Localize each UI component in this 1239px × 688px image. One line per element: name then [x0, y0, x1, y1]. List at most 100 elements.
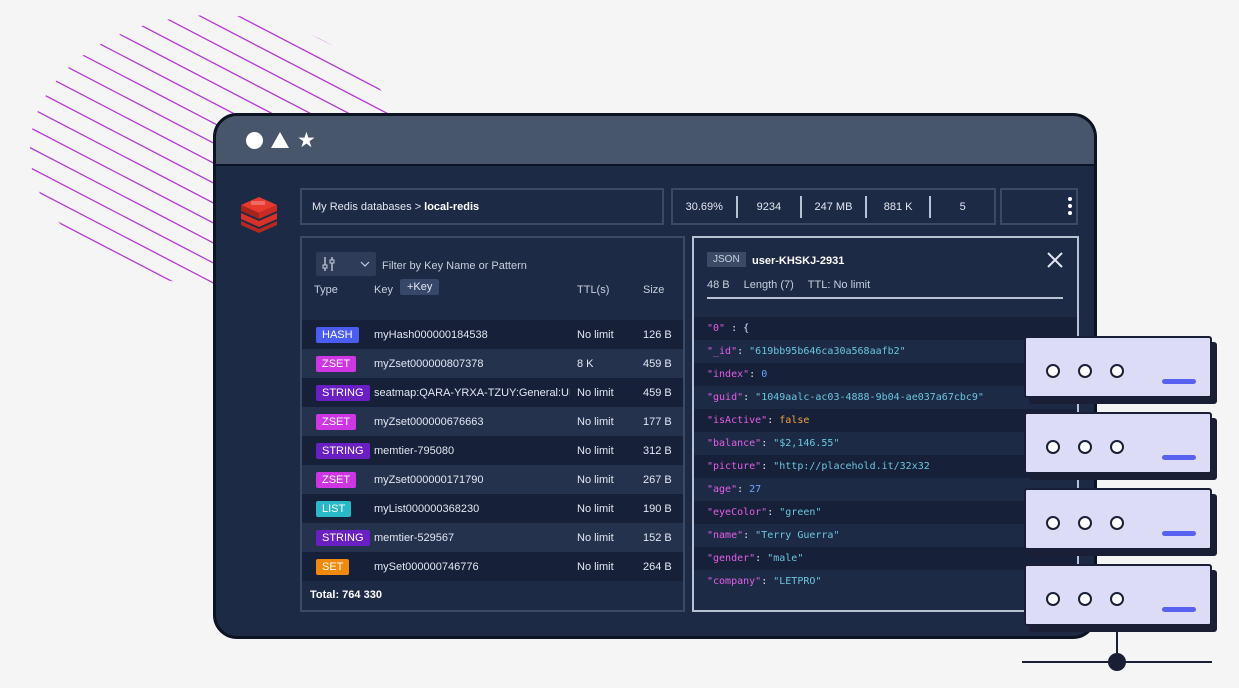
add-key-button[interactable]: +Key — [400, 279, 440, 295]
json-separator: : — [743, 392, 756, 403]
table-row[interactable]: STRING memtier-529567 No limit 152 B — [302, 523, 683, 552]
format-badge: JSON — [707, 252, 746, 267]
key-type-badge: ZSET — [316, 471, 357, 488]
key-size: 152 B — [643, 531, 672, 544]
key-type-badge: STRING — [316, 384, 370, 401]
breadcrumb-parent[interactable]: My Redis databases > — [312, 201, 421, 213]
stat-memory: 247 MB — [802, 195, 867, 218]
json-separator: : — [749, 369, 762, 380]
circle-icon[interactable] — [246, 131, 263, 149]
key-detail-panel: JSON user-KHSKJ-2931 48 B Length (7) TTL… — [692, 236, 1079, 612]
json-value: "1049aalc-ac03-4888-9b04-ae037a67cbc9" — [755, 392, 984, 403]
json-value: "http://placehold.it/32x32 — [773, 461, 930, 472]
star-icon[interactable]: ★ — [297, 129, 316, 150]
key-type-badge: SET — [316, 558, 350, 575]
key-size: 190 B — [643, 502, 672, 515]
filter-sliders-icon — [322, 257, 335, 271]
json-value: "LETPRO" — [773, 576, 822, 587]
json-separator: : — [761, 461, 774, 472]
json-line: "guid": "1049aalc-ac03-4888-9b04-ae037a6… — [694, 386, 1077, 409]
key-ttl: 8 K — [577, 357, 594, 370]
json-separator: : — [755, 553, 768, 564]
stat-ops: 9234 — [738, 195, 803, 218]
stat-cpu: 30.69% — [673, 195, 738, 218]
stat-keys: 881 K — [867, 195, 932, 218]
json-line: "picture": "http://placehold.it/32x32 — [694, 455, 1077, 478]
json-line: "eyeColor": "green" — [694, 501, 1077, 524]
key-size: 459 B — [643, 386, 672, 399]
table-row[interactable]: SET mySet000000746776 No limit 264 B — [302, 552, 683, 581]
json-separator: : — [725, 323, 744, 334]
divider — [707, 297, 1063, 299]
json-separator: : — [761, 576, 774, 587]
json-separator: : — [737, 346, 750, 357]
kebab-menu-icon[interactable] — [1067, 197, 1073, 215]
server-unit — [1024, 564, 1212, 626]
json-value: "male" — [767, 553, 804, 564]
detail-ttl: TTL: No limit — [807, 279, 871, 291]
json-value: { — [743, 323, 750, 334]
header-ttl: TTL(s) — [577, 284, 610, 296]
json-line: "company": "LETPRO" — [694, 570, 1077, 593]
header-key: Key — [374, 284, 393, 296]
json-value: 27 — [749, 484, 762, 495]
json-separator: : — [767, 415, 780, 426]
detail-meta: 48 B Length (7) TTL: No limit — [707, 279, 870, 291]
key-type-badge: STRING — [316, 529, 370, 546]
key-type-badge: HASH — [316, 326, 359, 343]
key-size: 126 B — [643, 328, 672, 341]
json-line: "isActive": false — [694, 409, 1077, 432]
json-separator: : — [737, 484, 750, 495]
json-line: "0" : { — [694, 317, 1077, 340]
breadcrumb: My Redis databases > local-redis — [300, 188, 664, 225]
json-key: "index" — [707, 369, 750, 380]
redis-logo-icon[interactable] — [239, 195, 279, 233]
json-key: "gender" — [707, 553, 756, 564]
database-stats: 30.69% 9234 247 MB 881 K 5 — [671, 188, 996, 225]
key-ttl: No limit — [577, 502, 614, 515]
json-separator: : — [761, 438, 774, 449]
key-name: myList000000368230 — [374, 502, 480, 515]
key-name: seatmap:QARA-YRXA-TZUY:General:UF — [374, 386, 570, 399]
header-size: Size — [643, 284, 665, 296]
key-name: myHash000000184538 — [374, 328, 488, 341]
key-type-badge: STRING — [316, 442, 370, 459]
key-type-badge: LIST — [316, 500, 352, 517]
close-icon[interactable] — [1045, 250, 1065, 270]
server-unit — [1024, 412, 1212, 474]
keys-panel: Filter by Key Name or Pattern Type Key +… — [300, 236, 685, 612]
key-ttl: No limit — [577, 473, 614, 486]
table-row[interactable]: STRING memtier-795080 No limit 312 B — [302, 436, 683, 465]
json-key: "age" — [707, 484, 738, 495]
key-name: memtier-529567 — [374, 531, 455, 544]
json-line: "_id": "619bb95b646ca30a568aafb2" — [694, 340, 1077, 363]
server-unit — [1024, 488, 1212, 550]
chevron-down-icon — [360, 261, 370, 267]
filter-input[interactable]: Filter by Key Name or Pattern — [382, 260, 527, 272]
json-separator: : — [767, 507, 780, 518]
json-line: "gender": "male" — [694, 547, 1077, 570]
connector-node — [1108, 653, 1126, 671]
json-key: "name" — [707, 530, 744, 541]
json-value: "$2,146.55" — [773, 438, 840, 449]
server-unit — [1024, 336, 1212, 398]
key-size: 312 B — [643, 444, 672, 457]
table-row[interactable]: ZSET myZset000000676663 No limit 177 B — [302, 407, 683, 436]
table-row[interactable]: STRING seatmap:QARA-YRXA-TZUY:General:UF N… — [302, 378, 683, 407]
json-key: "0" — [707, 323, 726, 334]
triangle-icon[interactable] — [271, 132, 289, 148]
filter-type-dropdown[interactable] — [316, 252, 376, 276]
json-key: "eyeColor" — [707, 507, 768, 518]
table-row[interactable]: LIST myList000000368230 No limit 190 B — [302, 494, 683, 523]
table-row[interactable]: HASH myHash000000184538 No limit 126 B — [302, 320, 683, 349]
key-ttl: No limit — [577, 444, 614, 457]
key-name: memtier-795080 — [374, 444, 455, 457]
key-size: 177 B — [643, 415, 672, 428]
table-row[interactable]: ZSET myZset000000807378 8 K 459 B — [302, 349, 683, 378]
key-size: 264 B — [643, 560, 672, 573]
key-size: 267 B — [643, 473, 672, 486]
detail-key-name: user-KHSKJ-2931 — [752, 255, 845, 267]
table-row[interactable]: ZSET myZset000000171790 No limit 267 B — [302, 465, 683, 494]
json-line: "name": "Terry Guerra" — [694, 524, 1077, 547]
json-value: "619bb95b646ca30a568aafb2" — [749, 346, 906, 357]
